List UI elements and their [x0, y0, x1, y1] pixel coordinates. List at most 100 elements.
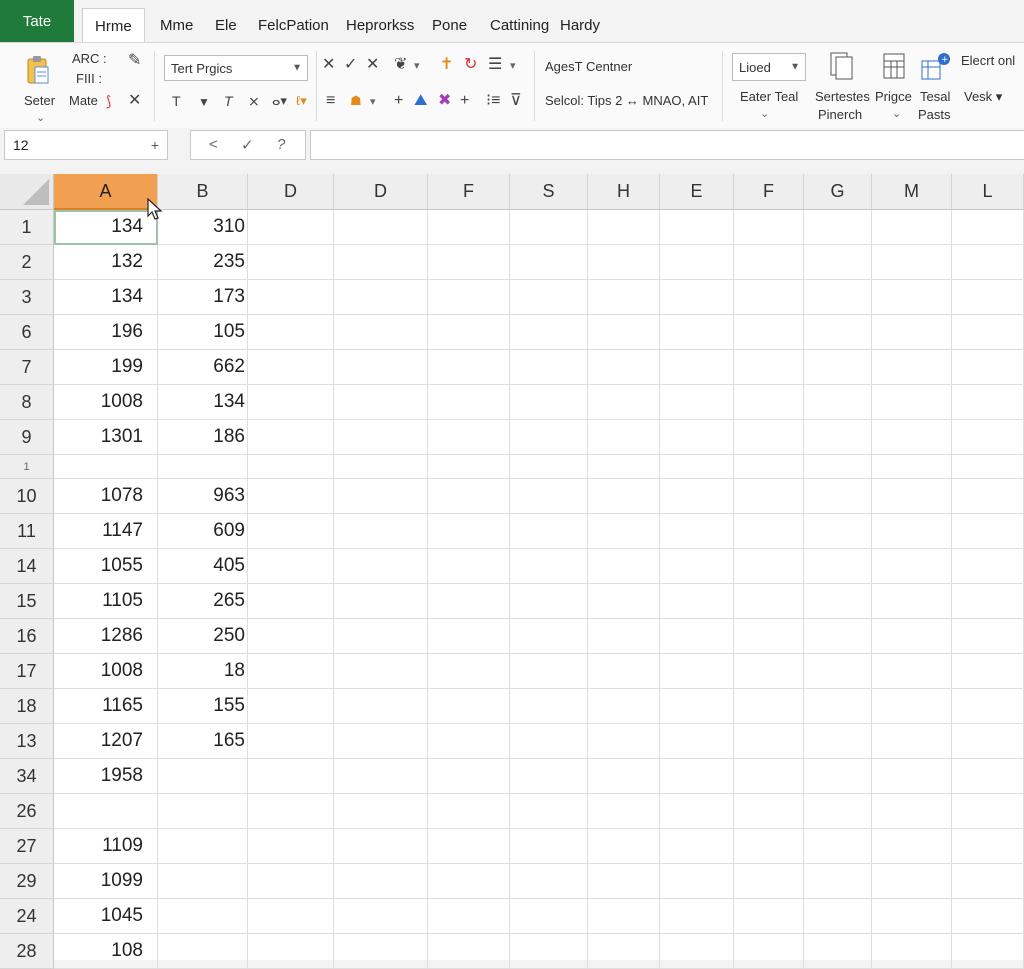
cell[interactable]	[660, 584, 734, 619]
cell[interactable]	[872, 245, 952, 280]
cell[interactable]	[588, 280, 660, 315]
cell[interactable]	[734, 350, 804, 385]
cell[interactable]	[804, 455, 872, 479]
row-header[interactable]: 26	[0, 794, 54, 829]
cell[interactable]	[588, 210, 660, 245]
column-header[interactable]: F	[428, 174, 510, 210]
cell[interactable]	[428, 514, 510, 549]
column-header[interactable]: L	[952, 174, 1024, 210]
cell-a[interactable]: 1301	[54, 420, 158, 455]
cell[interactable]	[660, 350, 734, 385]
cell[interactable]	[510, 794, 588, 829]
cell[interactable]	[952, 934, 1024, 969]
row-header[interactable]: 11	[0, 514, 54, 549]
cell[interactable]	[248, 210, 334, 245]
expand-icon[interactable]: +	[151, 137, 159, 153]
cell[interactable]	[660, 280, 734, 315]
row-header[interactable]: 34	[0, 759, 54, 794]
column-header[interactable]: D	[248, 174, 334, 210]
column-header[interactable]: D	[334, 174, 428, 210]
cell[interactable]	[872, 385, 952, 420]
cell[interactable]	[588, 549, 660, 584]
cell-a[interactable]: 134	[54, 280, 158, 315]
cell[interactable]	[510, 934, 588, 969]
cell[interactable]	[804, 619, 872, 654]
cell-b[interactable]	[158, 829, 248, 864]
cell[interactable]	[334, 864, 428, 899]
cell[interactable]	[734, 549, 804, 584]
cut-label[interactable]: ARC :	[72, 51, 107, 66]
close-x-icon[interactable]: ✕	[128, 93, 141, 109]
cell[interactable]	[334, 899, 428, 934]
number-format-select[interactable]: Lioed ▼	[732, 53, 806, 81]
link-icon[interactable]: ❦	[394, 57, 407, 73]
cell[interactable]	[510, 864, 588, 899]
cell[interactable]	[588, 794, 660, 829]
cell[interactable]	[248, 724, 334, 759]
sort-label[interactable]: Sertestes	[815, 89, 870, 104]
cell[interactable]	[660, 479, 734, 514]
cell-b[interactable]: 310	[158, 210, 248, 245]
format-painter-label[interactable]: Mate	[69, 93, 98, 108]
cell[interactable]	[804, 420, 872, 455]
cell[interactable]	[872, 514, 952, 549]
cell[interactable]	[804, 385, 872, 420]
cell[interactable]	[660, 315, 734, 350]
cell[interactable]	[510, 654, 588, 689]
row-header[interactable]: 8	[0, 385, 54, 420]
cell[interactable]	[428, 245, 510, 280]
cell[interactable]	[952, 619, 1024, 654]
cell[interactable]	[588, 654, 660, 689]
cell[interactable]	[334, 280, 428, 315]
tab-review[interactable]: Cattining	[490, 9, 549, 41]
cell[interactable]	[248, 315, 334, 350]
tab-insert[interactable]: Mme	[160, 9, 193, 41]
cell[interactable]	[428, 864, 510, 899]
cell-a[interactable]: 1147	[54, 514, 158, 549]
align-center-icon[interactable]: ≡	[326, 93, 335, 109]
cell[interactable]	[428, 934, 510, 969]
cell[interactable]	[872, 724, 952, 759]
cell-a[interactable]	[54, 794, 158, 829]
cell[interactable]	[588, 864, 660, 899]
cell[interactable]	[334, 689, 428, 724]
cell[interactable]	[588, 455, 660, 479]
cell-b[interactable]: 165	[158, 724, 248, 759]
cell[interactable]	[588, 385, 660, 420]
cell[interactable]	[952, 654, 1024, 689]
row-header[interactable]: 9	[0, 420, 54, 455]
cell[interactable]	[804, 584, 872, 619]
cell[interactable]	[952, 549, 1024, 584]
add-icon[interactable]: +	[460, 93, 469, 109]
cell[interactable]	[734, 759, 804, 794]
cell[interactable]	[952, 724, 1024, 759]
cell-b[interactable]: 134	[158, 385, 248, 420]
cell[interactable]	[334, 245, 428, 280]
cell[interactable]	[334, 455, 428, 479]
document-icon[interactable]	[828, 51, 854, 81]
cell[interactable]	[804, 514, 872, 549]
cell[interactable]	[428, 280, 510, 315]
row-header[interactable]: 28	[0, 934, 54, 969]
cell-a[interactable]: 199	[54, 350, 158, 385]
cell-a[interactable]: 132	[54, 245, 158, 280]
column-header[interactable]: H	[588, 174, 660, 210]
cell[interactable]	[334, 934, 428, 969]
cell-b[interactable]: 963	[158, 479, 248, 514]
cell-a[interactable]: 1286	[54, 619, 158, 654]
total-label-2[interactable]: Pasts	[918, 107, 951, 122]
cell-a[interactable]: 108	[54, 934, 158, 969]
cell[interactable]	[660, 794, 734, 829]
cell[interactable]	[510, 619, 588, 654]
pencil-icon[interactable]: ✎	[128, 53, 141, 69]
cell-a[interactable]: 1958	[54, 759, 158, 794]
cell[interactable]	[734, 654, 804, 689]
cell[interactable]	[510, 350, 588, 385]
cell[interactable]	[872, 210, 952, 245]
select-all-corner[interactable]	[0, 174, 54, 210]
cell[interactable]	[734, 864, 804, 899]
cell[interactable]	[952, 584, 1024, 619]
cell[interactable]	[734, 934, 804, 969]
cell[interactable]	[428, 455, 510, 479]
cell[interactable]	[428, 385, 510, 420]
